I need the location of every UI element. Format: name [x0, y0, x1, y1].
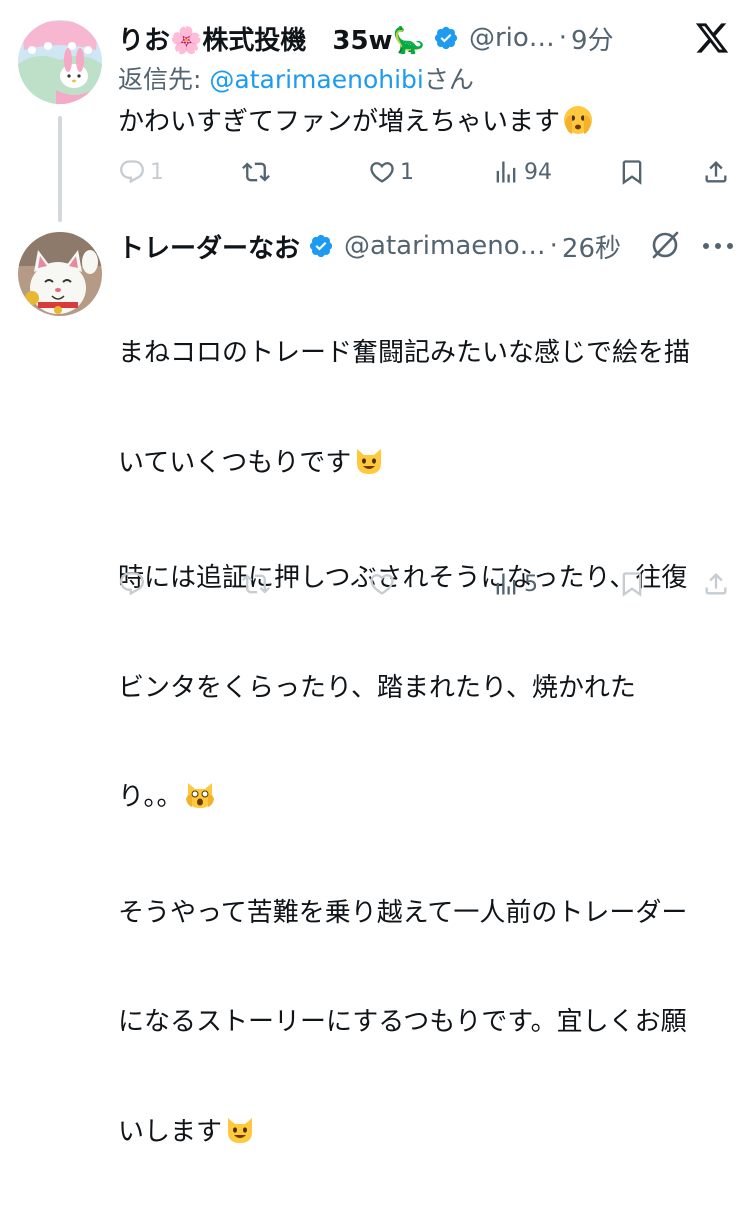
like-button[interactable]: [368, 566, 396, 602]
tweet-text-line: になるストーリーにするつもりです。宜しくお願: [118, 1007, 687, 1037]
repost-button[interactable]: [242, 154, 270, 190]
more-dots-icon[interactable]: [700, 236, 736, 256]
tweet-text-line: かわいすぎてファンが増えちゃいます: [118, 107, 561, 137]
tweet-text-line: いていくつもりです: [118, 445, 690, 488]
views-count: 5: [524, 571, 538, 597]
grinning-cat-emoji: [353, 445, 385, 488]
like-count: 1: [400, 159, 414, 185]
reply-to-line: 返信先: @atarimaenohibiさん: [118, 60, 474, 96]
reply-icon: [120, 572, 144, 596]
repost-button[interactable]: [242, 566, 270, 602]
separator-dot: ·: [549, 231, 558, 261]
avatar-trader-nao[interactable]: [18, 232, 102, 316]
tweet-actions: 5: [118, 566, 738, 602]
views-button[interactable]: 94: [492, 154, 552, 190]
tweet-text-line: ビンタをくらったり、踏まれたり、焼かれた: [118, 672, 636, 703]
tweet-text: まねコロのトレード奮闘記みたいな感じで絵を描 いていくつもりです 時には追証に押…: [118, 262, 690, 1229]
display-name[interactable]: りお🌸株式投機 35w🦕: [118, 20, 425, 57]
reply-button[interactable]: 1: [118, 154, 164, 190]
repost-icon: [242, 574, 270, 594]
verified-badge-icon: [433, 25, 459, 51]
share-button[interactable]: [702, 566, 730, 602]
reply-icon: [120, 160, 144, 184]
views-chart-icon: [496, 161, 516, 183]
reply-to-mention[interactable]: @atarimaenohibi: [209, 65, 423, 94]
repost-icon: [242, 162, 270, 182]
heart-icon: [370, 162, 394, 183]
bookmark-button[interactable]: [618, 566, 646, 602]
thread-connector-line: [58, 116, 62, 222]
share-icon: [705, 573, 727, 595]
display-name[interactable]: トレーダーなお: [118, 228, 300, 265]
grinning-cat-emoji: [224, 1114, 256, 1157]
separator-dot: ·: [558, 23, 568, 53]
tweet-text-line: り。。: [118, 779, 690, 822]
handle[interactable]: @rio…: [469, 23, 555, 53]
grok-icon[interactable]: [648, 228, 682, 262]
tweet-header: りお🌸株式投機 35w🦕 @rio… · 9分: [118, 18, 614, 58]
reply-to-prefix: 返信先:: [118, 65, 210, 94]
weary-cat-emoji: [184, 779, 216, 822]
verified-badge-icon: [308, 233, 334, 259]
tweet-2[interactable]: トレーダーなお @atarimaeno… · 26秒 まねコロのトレード奮闘記み…: [0, 210, 750, 1147]
bookmark-icon: [622, 160, 642, 185]
share-icon: [705, 161, 727, 183]
share-button[interactable]: [702, 154, 730, 190]
avatar-rio[interactable]: [18, 20, 102, 104]
heart-icon: [370, 574, 394, 595]
timestamp[interactable]: 26秒: [562, 228, 621, 265]
reply-count: 1: [150, 159, 164, 185]
tweet-text-line: いします: [118, 1114, 690, 1157]
timestamp[interactable]: 9分: [571, 20, 614, 57]
tweet-header: トレーダーなお @atarimaeno… · 26秒: [118, 226, 621, 266]
views-chart-icon: [496, 573, 516, 595]
views-count: 94: [524, 159, 552, 185]
views-button[interactable]: 5: [492, 566, 538, 602]
face-peeking-emoji: [562, 104, 594, 147]
tweet-1[interactable]: りお🌸株式投機 35w🦕 @rio… · 9分 返信先: @atarimaeno…: [0, 0, 750, 210]
bookmark-button[interactable]: [618, 154, 646, 190]
tweet-text-line: そうやって苦難を乗り越えて一人前のトレーダー: [118, 897, 688, 928]
bookmark-icon: [622, 572, 642, 597]
x-logo-icon[interactable]: [694, 20, 730, 56]
tweet-text: かわいすぎてファンが増えちゃいます: [118, 104, 594, 147]
tweet-actions: 1 1 94: [118, 154, 738, 190]
reply-to-suffix: さん: [423, 65, 474, 94]
handle[interactable]: @atarimaeno…: [344, 231, 546, 261]
tweet-text-line: まねコロのトレード奮闘記みたいな感じで絵を描: [118, 338, 691, 368]
like-button[interactable]: 1: [368, 154, 414, 190]
reply-button[interactable]: [118, 566, 146, 602]
